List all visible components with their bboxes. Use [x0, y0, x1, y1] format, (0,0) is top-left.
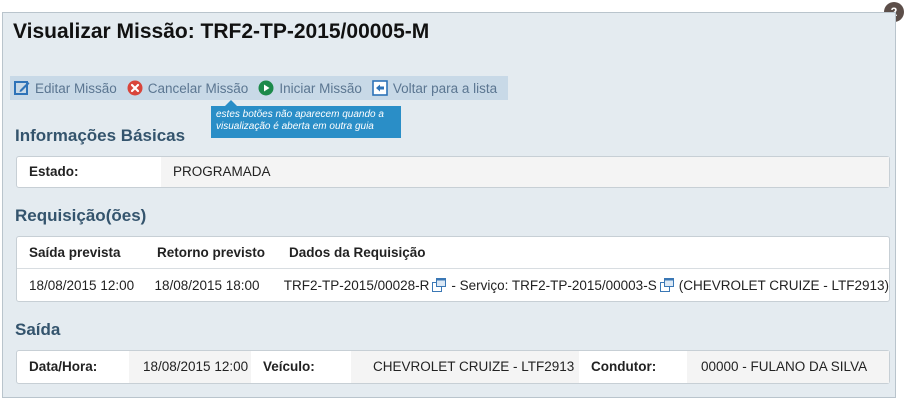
requisicoes-table: Saída prevista Retorno previsto Dados da…	[16, 236, 890, 302]
condutor-value: 00000 - FULANO DA SILVA	[687, 351, 889, 383]
service-text: - Serviço: TRF2-TP-2015/00003-S	[451, 277, 657, 293]
saida-panel: Data/Hora: 18/08/2015 12:00 Veículo: CHE…	[16, 350, 890, 384]
section-title-basic-info: Informações Básicas	[15, 126, 186, 145]
cancel-mission-label: Cancelar Missão	[147, 80, 249, 96]
datahora-label: Data/Hora:	[29, 359, 98, 374]
external-link-icon[interactable]	[659, 278, 675, 292]
section-title-saida: Saída	[15, 320, 61, 339]
back-arrow-icon	[372, 80, 388, 96]
hint-tooltip: estes botões não aparecem quando a visua…	[211, 106, 401, 138]
section-title-requisicoes: Requisição(ões)	[15, 206, 147, 225]
page-title: Visualizar Missão: TRF2-TP-2015/00005-M	[13, 20, 430, 43]
cell-dados-requisicao: TRF2-TP-2015/00028-R - Serviço: TRF2-TP-…	[274, 278, 889, 293]
edit-mission-button[interactable]: Editar Missão	[10, 76, 123, 100]
table-header: Saída prevista Retorno previsto Dados da…	[17, 237, 889, 269]
estado-value: PROGRAMADA	[161, 157, 889, 187]
vehicle-text: (CHEVROLET CRUIZE - LTF2913)	[678, 277, 889, 293]
action-toolbar: Editar Missão Cancelar Missão Iniciar Mi…	[10, 76, 508, 100]
requisition-code: TRF2-TP-2015/00028-R	[283, 277, 430, 293]
veiculo-value: CHEVROLET CRUIZE - LTF2913	[351, 351, 579, 383]
estado-label: Estado:	[29, 164, 79, 179]
datahora-value: 18/08/2015 12:00	[129, 351, 251, 383]
mission-view-frame	[2, 12, 896, 398]
back-to-list-button[interactable]: Voltar para a lista	[368, 76, 503, 100]
col-header-saida-prevista: Saída prevista	[29, 245, 121, 260]
cell-saida-prevista: 18/08/2015 12:00	[29, 277, 135, 293]
start-mission-button[interactable]: Iniciar Missão	[254, 76, 368, 100]
cancel-mission-button[interactable]: Cancelar Missão	[123, 76, 255, 100]
external-link-icon[interactable]	[432, 278, 447, 292]
condutor-label: Condutor:	[591, 359, 657, 374]
veiculo-label: Veículo:	[263, 359, 315, 374]
col-header-retorno-previsto: Retorno previsto	[157, 245, 266, 260]
cell-retorno-previsto: 18/08/2015 18:00	[154, 277, 260, 293]
cancel-circle-icon	[127, 80, 143, 96]
back-to-list-label: Voltar para a lista	[392, 80, 498, 96]
edit-icon	[14, 80, 30, 96]
play-circle-icon	[258, 80, 274, 96]
start-mission-label: Iniciar Missão	[279, 80, 362, 96]
table-row: 18/08/2015 12:00 18/08/2015 18:00 TRF2-T…	[17, 269, 889, 301]
edit-mission-label: Editar Missão	[35, 80, 117, 96]
basic-info-panel: Estado: PROGRAMADA	[16, 156, 890, 188]
col-header-dados-requisicao: Dados da Requisição	[289, 245, 426, 260]
